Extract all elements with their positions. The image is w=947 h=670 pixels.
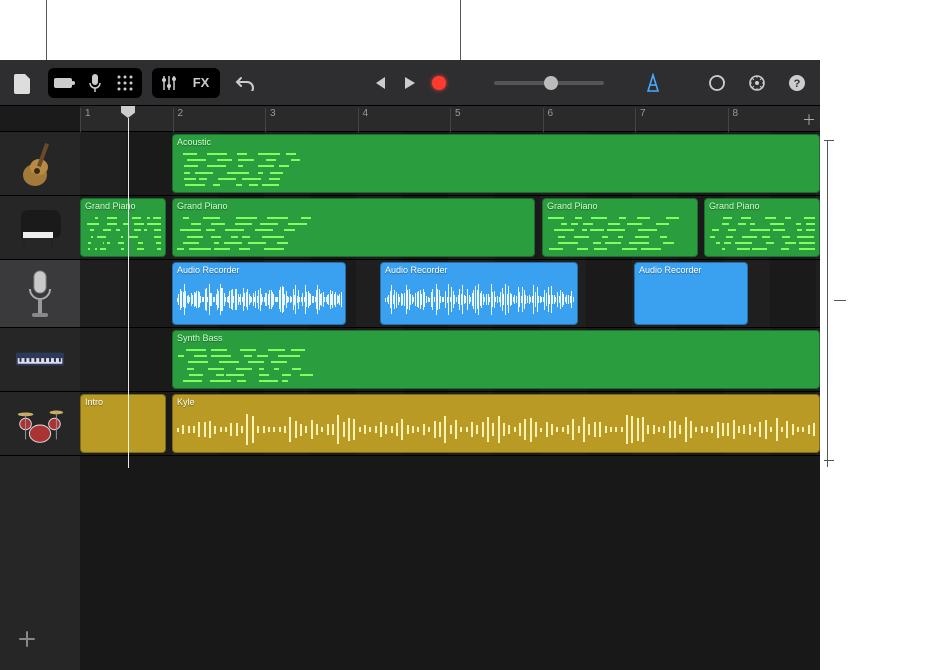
callout-bracket [824, 460, 834, 461]
region[interactable]: Grand Piano [80, 198, 166, 257]
ruler-bar: 3 [265, 108, 276, 132]
callout-bracket [824, 140, 834, 141]
add-track-button[interactable] [12, 624, 42, 654]
ruler-bar: 8 [728, 108, 739, 132]
track-lane[interactable]: Intro Kyle [80, 392, 820, 456]
region-label: Grand Piano [81, 199, 165, 213]
track-lane[interactable]: Synth Bass [80, 328, 820, 392]
callout-line [46, 0, 47, 60]
callout-line [834, 300, 846, 301]
undo-button[interactable] [230, 68, 260, 98]
go-to-start-button[interactable] [364, 68, 394, 98]
controls-pill: FX [152, 68, 220, 98]
ruler-row: ＋ 1 2 3 4 5 6 7 8 [0, 106, 820, 132]
play-button[interactable] [394, 68, 424, 98]
app-window: FX [0, 60, 820, 670]
instrument-view-button[interactable] [50, 70, 80, 96]
ruler[interactable]: ＋ 1 2 3 4 5 6 7 8 [80, 106, 820, 131]
region[interactable]: Grand Piano [704, 198, 820, 257]
transport [364, 68, 454, 98]
ruler-bar: 1 [80, 108, 91, 132]
region-label: Grand Piano [705, 199, 819, 213]
playhead-line [128, 118, 129, 468]
track-header[interactable] [0, 392, 80, 456]
microphone-button[interactable] [80, 70, 110, 96]
region[interactable]: Audio Recorder [634, 262, 748, 325]
region[interactable]: Acoustic [172, 134, 820, 193]
region[interactable]: Audio Recorder [380, 262, 578, 325]
track-header[interactable] [0, 196, 80, 260]
track-lanes: AcousticGrand PianoGrand PianoGrand Pian… [80, 132, 820, 670]
help-button[interactable]: ? [782, 68, 812, 98]
track-header[interactable] [0, 328, 80, 392]
keyboard-icon [14, 334, 66, 386]
region[interactable]: Intro [80, 394, 166, 453]
playhead-handle[interactable] [121, 106, 135, 118]
callout-line [460, 0, 461, 60]
settings-button[interactable] [742, 68, 772, 98]
region[interactable]: Grand Piano [172, 198, 535, 257]
region-label: Grand Piano [543, 199, 697, 213]
tracks-view-button[interactable] [110, 70, 140, 96]
microphone-icon [14, 268, 66, 320]
track-lane[interactable]: Grand Piano Grand Piano Grand Piano Grand P… [80, 196, 820, 260]
acoustic-guitar-icon [14, 138, 66, 190]
region-label: Acoustic [173, 135, 819, 149]
master-volume-slider[interactable] [494, 81, 604, 85]
region[interactable]: Grand Piano [542, 198, 698, 257]
ruler-bar: 7 [635, 108, 646, 132]
ruler-bar: 5 [450, 108, 461, 132]
track-controls-button[interactable] [154, 70, 184, 96]
ruler-bar: 4 [358, 108, 369, 132]
region-label: Audio Recorder [173, 263, 345, 277]
track-headers [0, 132, 80, 670]
fx-button[interactable]: FX [184, 70, 218, 96]
svg-text:?: ? [794, 78, 801, 90]
region-label: Audio Recorder [635, 263, 747, 277]
callout-bracket [827, 140, 828, 467]
region-label: Grand Piano [173, 199, 534, 213]
volume-thumb[interactable] [544, 76, 558, 90]
ruler-bar: 6 [543, 108, 554, 132]
loop-browser-button[interactable] [702, 68, 732, 98]
region[interactable]: Synth Bass [172, 330, 820, 389]
region-label: Audio Recorder [381, 263, 577, 277]
record-button[interactable] [424, 68, 454, 98]
ruler-bar: 2 [173, 108, 184, 132]
track-lane[interactable]: Audio Recorder Audio Recorder Audio Record… [80, 260, 820, 328]
add-section-button[interactable]: ＋ [802, 110, 816, 130]
view-switcher [48, 68, 142, 98]
region-label: Synth Bass [173, 331, 819, 345]
track-header[interactable] [0, 132, 80, 196]
grand-piano-icon [14, 202, 66, 254]
region-label: Kyle [173, 395, 819, 409]
my-songs-button[interactable] [8, 68, 38, 98]
tracks-area: AcousticGrand PianoGrand PianoGrand Pian… [0, 132, 820, 670]
region[interactable]: Kyle [172, 394, 820, 453]
drum-kit-icon [14, 398, 66, 450]
toolbar: FX [0, 60, 820, 106]
metronome-button[interactable] [638, 68, 668, 98]
region[interactable]: Audio Recorder [172, 262, 346, 325]
track-lane[interactable]: Acoustic [80, 132, 820, 196]
track-header[interactable] [0, 260, 80, 328]
region-label: Intro [81, 395, 165, 409]
